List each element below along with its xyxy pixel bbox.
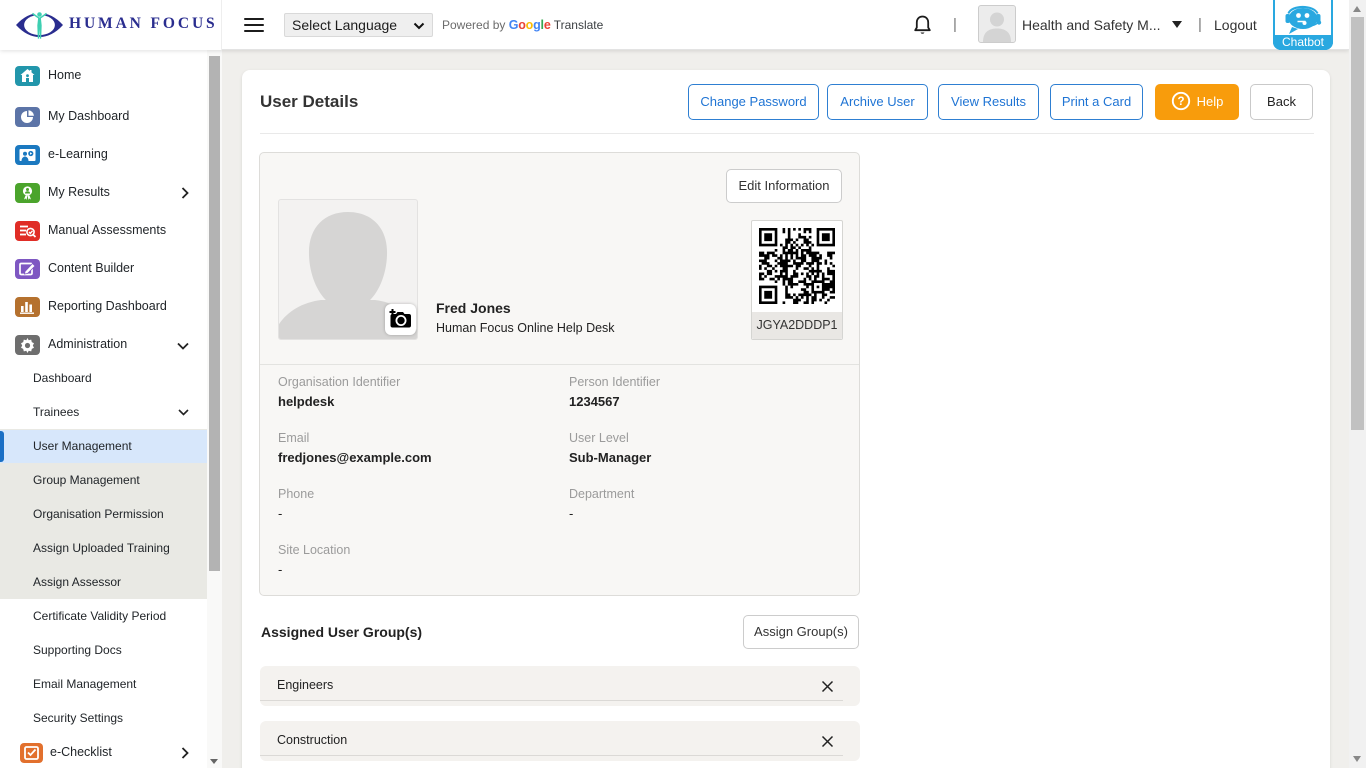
svg-text:?: ?: [1177, 96, 1184, 108]
